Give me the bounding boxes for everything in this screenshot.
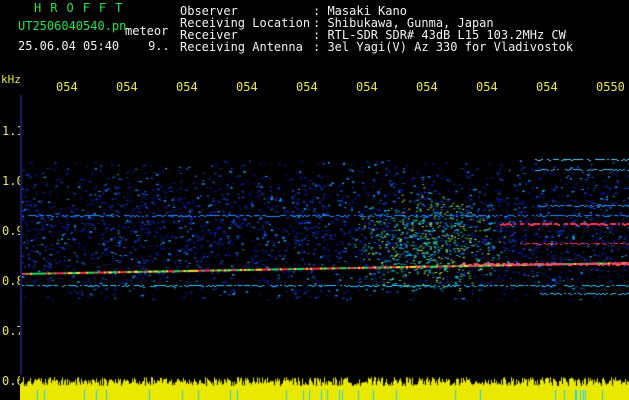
meteor-count: 9.. [148,39,170,53]
x-tick-label: 0550 [596,80,625,94]
file-name: UT2506040540.pn [18,19,127,33]
signal-level-strip [20,376,629,400]
x-tick-label: 054 [236,80,258,94]
x-tick-label: 054 [56,80,78,94]
hrofft-logo: HROFFT [34,1,132,15]
x-tick-label: 054 [296,80,318,94]
y-axis-line [20,95,22,375]
x-tick-label: 054 [476,80,498,94]
x-tick-label: 054 [536,80,558,94]
antenna-label: Receiving Antenna [180,40,303,54]
x-tick-label: 054 [356,80,378,94]
x-tick-label: 054 [116,80,138,94]
station-labels: Observer Receiving Location Receiver Rec… [180,5,310,53]
antenna-value: : 3el Yagi(V) Az 330 for Vladivostok [313,40,574,54]
x-tick-label: 054 [176,80,198,94]
date-time: 25.06.04 05:40 [18,39,120,53]
spectrogram [20,95,629,375]
capture-timestamp: 25.06.04 05:40 9.. [18,40,170,52]
x-tick-label: 054 [416,80,438,94]
frequency-unit-label: kHz [1,73,21,86]
station-values: : Masaki Kano : Shibukawa, Gunma, Japan … [313,5,573,53]
meteor-label: meteor [125,24,169,38]
